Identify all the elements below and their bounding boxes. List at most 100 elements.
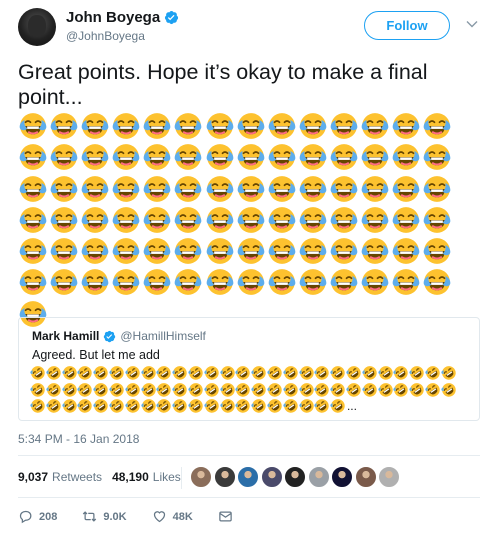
retweets-stat[interactable]: 9,037 Retweets xyxy=(18,470,102,484)
heart-icon xyxy=(153,511,165,523)
tears-of-joy-emoji-icon xyxy=(361,269,389,296)
rofl-emoji-icon xyxy=(330,366,345,380)
like-count: 48K xyxy=(172,510,193,523)
retweet-button[interactable]: 9.0K xyxy=(82,509,127,524)
rofl-emoji-icon xyxy=(283,399,298,413)
quoted-tweet[interactable]: Mark Hamill @HamillHimself Agreed. But l… xyxy=(18,317,480,421)
rofl-emoji-icon xyxy=(204,382,219,397)
rofl-emoji-icon xyxy=(204,399,219,413)
direct-message-button[interactable] xyxy=(218,509,233,524)
rofl-emoji-icon xyxy=(140,366,156,380)
tweet-timestamp[interactable]: 5:34 PM - 16 Jan 2018 xyxy=(18,432,139,446)
tears-of-joy-emoji-icon xyxy=(330,113,358,139)
likes-stat[interactable]: 48,190 Likes xyxy=(112,470,181,484)
rofl-emoji-icon xyxy=(77,382,93,397)
liker-avatar[interactable] xyxy=(260,466,283,488)
reply-count: 208 xyxy=(39,510,58,523)
tears-of-joy-emoji-icon xyxy=(19,175,47,202)
liker-avatar[interactable] xyxy=(307,466,330,488)
tears-of-joy-emoji-icon xyxy=(19,144,47,171)
rofl-emoji-icon xyxy=(267,382,282,397)
rofl-emoji-icon xyxy=(425,382,440,397)
tweet-text: Great points. Hope it’s okay to make a f… xyxy=(18,60,428,109)
rofl-emoji-icon xyxy=(61,399,77,413)
rofl-emoji-icon xyxy=(267,366,282,380)
liker-avatar[interactable] xyxy=(284,466,306,488)
reply-button[interactable]: 208 xyxy=(18,509,57,524)
divider xyxy=(18,455,480,456)
quoted-handle: @HamillHimself xyxy=(120,329,206,343)
tears-of-joy-emoji-icon xyxy=(175,206,202,233)
likes-label: Likes xyxy=(152,470,181,484)
tears-of-joy-emoji-icon xyxy=(299,144,327,171)
tears-of-joy-emoji-icon xyxy=(330,206,358,233)
liker-avatar[interactable] xyxy=(237,466,259,488)
tears-of-joy-emoji-icon xyxy=(206,113,233,139)
quoted-display-name: Mark Hamill xyxy=(32,329,100,343)
tears-of-joy-emoji-icon xyxy=(144,269,171,296)
tears-of-joy-emoji-icon xyxy=(392,238,420,265)
rofl-emoji-icon xyxy=(251,366,266,380)
tears-of-joy-emoji-icon xyxy=(330,238,358,265)
tears-of-joy-emoji-icon xyxy=(19,113,47,139)
tears-of-joy-emoji-icon xyxy=(237,113,264,139)
rofl-emoji-icon xyxy=(393,382,409,397)
liker-avatar[interactable] xyxy=(354,466,377,488)
tears-of-joy-emoji-icon xyxy=(50,175,78,202)
follow-button[interactable]: Follow xyxy=(364,11,450,40)
like-button[interactable]: 48K xyxy=(152,509,193,524)
liker-avatars xyxy=(190,466,402,488)
tears-of-joy-emoji-icon xyxy=(19,238,47,265)
liker-avatar[interactable] xyxy=(190,466,212,488)
tweet-stats: 9,037 Retweets 48,190 Likes xyxy=(18,470,191,484)
tears-of-joy-emoji-icon xyxy=(392,175,420,202)
author-handle[interactable]: @JohnBoyega xyxy=(66,29,145,43)
liker-avatar[interactable] xyxy=(331,466,353,488)
rofl-emoji-icon xyxy=(93,382,108,397)
rofl-emoji-icon xyxy=(219,382,235,397)
tears-of-joy-emoji-icon xyxy=(50,113,78,139)
retweet-count: 9.0K xyxy=(103,510,127,523)
tears-of-joy-emoji-icon xyxy=(299,269,327,296)
rofl-emoji-icon xyxy=(30,366,45,380)
tears-of-joy-emoji-icon xyxy=(237,144,264,171)
retweet-icon xyxy=(83,511,97,522)
rofl-emoji-icon xyxy=(298,366,314,380)
rofl-emoji-icon xyxy=(267,399,282,413)
rofl-emoji-icon xyxy=(188,382,203,397)
tears-of-joy-emoji-icon xyxy=(361,144,389,171)
author-display-name[interactable]: John Boyega xyxy=(66,9,160,26)
rofl-emoji-icon xyxy=(61,366,77,380)
tears-of-joy-emoji-icon xyxy=(144,238,171,265)
tears-of-joy-emoji-icon xyxy=(81,238,109,265)
tears-of-joy-emoji-icon xyxy=(361,206,389,233)
rofl-emoji-icon xyxy=(314,382,330,397)
chevron-down-icon[interactable] xyxy=(466,20,478,28)
tears-of-joy-emoji-icon xyxy=(206,175,233,202)
rofl-emoji-icon xyxy=(298,399,314,413)
rofl-emoji-icon xyxy=(204,366,219,380)
rofl-emoji-icon xyxy=(346,366,361,380)
tears-of-joy-emoji-icon xyxy=(206,144,233,171)
rofl-emoji-icon xyxy=(235,382,251,397)
quoted-tweet-header: Mark Hamill @HamillHimself xyxy=(32,329,206,343)
liker-avatar[interactable] xyxy=(378,466,400,488)
rofl-emoji-icon xyxy=(409,382,424,397)
rofl-emoji-icon xyxy=(125,382,140,397)
rofl-emoji-icon xyxy=(393,366,409,380)
liker-avatar[interactable] xyxy=(213,466,236,488)
rofl-emoji-icon xyxy=(172,382,187,397)
tears-of-joy-emoji-icon xyxy=(268,238,296,265)
rofl-emoji-icon xyxy=(46,399,61,413)
tears-of-joy-emoji-icon xyxy=(237,238,264,265)
verified-badge-icon xyxy=(165,10,179,25)
rofl-emoji-icon xyxy=(235,399,251,413)
tears-of-joy-emoji-icon xyxy=(423,144,451,171)
tears-of-joy-emoji-icon xyxy=(237,206,264,233)
tears-of-joy-emoji-icon xyxy=(330,175,358,202)
tears-of-joy-emoji-icon xyxy=(423,175,451,202)
tears-of-joy-emoji-icon xyxy=(81,206,109,233)
rofl-emoji-icon xyxy=(283,382,298,397)
tears-of-joy-emoji-icon xyxy=(112,113,140,139)
author-avatar[interactable] xyxy=(18,8,56,46)
